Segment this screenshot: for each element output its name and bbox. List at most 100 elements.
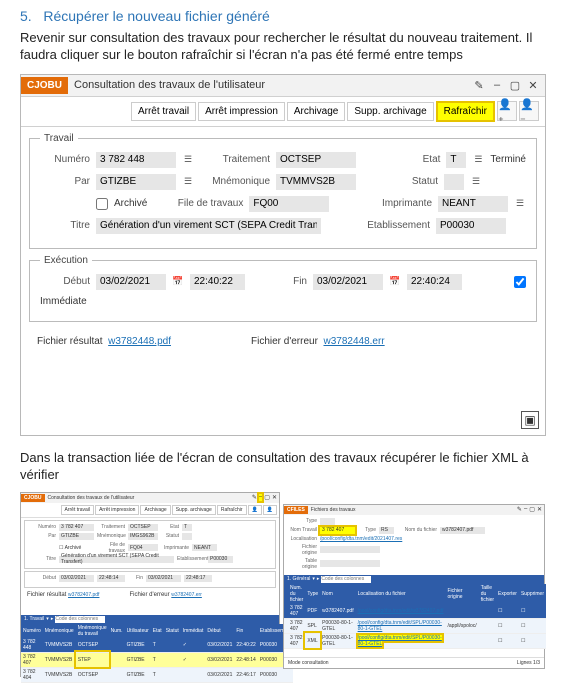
app-badge: CJOBU (21, 77, 68, 94)
mini-arret-impression-button[interactable]: Arrêt impression (95, 505, 139, 515)
mini-imprim: NEANT (192, 544, 217, 551)
close-icon[interactable]: ✕ (537, 506, 542, 513)
chevron-down-icon[interactable]: ▾ (312, 576, 315, 582)
chevron-right-icon[interactable]: ▸ (317, 576, 320, 582)
minimize-icon[interactable]: – (259, 494, 262, 501)
step-number: 5. (20, 8, 32, 24)
statut-field[interactable] (444, 174, 464, 190)
par-field[interactable] (96, 174, 176, 190)
mini-person-remove-icon[interactable]: 👤 (263, 505, 277, 515)
titlebar: CJOBU Consultation des travaux de l'util… (21, 75, 545, 97)
etat-text: Terminé (490, 154, 526, 165)
fin-date-field[interactable] (313, 274, 383, 290)
mini-par: GTIZBE (59, 533, 94, 540)
list-icon[interactable]: ☰ (472, 154, 484, 166)
pencil-icon[interactable]: ✎ (517, 506, 522, 513)
mini-supp-archivage-button[interactable]: Supp. archivage (172, 505, 216, 515)
table-row[interactable]: 3 782 448TVMMVS2BOCTSEPGTIZBET✓03/02/202… (21, 638, 293, 653)
mini-typefile (320, 518, 335, 525)
fin-label: Fin (287, 276, 307, 287)
mini-arret-travail-button[interactable]: Arrêt travail (61, 505, 95, 515)
imprim-field[interactable] (438, 196, 508, 212)
travail-fieldset: Travail Numéro ☰ Traitement Etat ☰ Termi… (29, 133, 537, 249)
mini-fin-time: 22:48:17 (184, 575, 212, 582)
numero-field[interactable] (96, 152, 176, 168)
titre-field[interactable] (96, 218, 321, 234)
window-title: Consultation des travaux de l'utilisateu… (74, 79, 473, 91)
mini-rafraichir-button[interactable]: Rafraîchir (217, 505, 247, 515)
etat-field[interactable] (446, 152, 466, 168)
table-row[interactable]: 3 782 407TVMMVS2BSTEPGTIZBET✓03/02/20212… (21, 652, 293, 667)
list-icon[interactable]: ☰ (182, 154, 194, 166)
mini-trav: 3 782 407 (320, 527, 355, 534)
mini-to (320, 560, 380, 567)
maximize-icon[interactable]: ▢ (264, 494, 270, 501)
etab-field[interactable] (436, 218, 506, 234)
calendar-icon[interactable]: 📅 (172, 276, 184, 288)
mini-etat: T (182, 524, 192, 531)
instruction-text: Revenir sur consultation des travaux pou… (20, 30, 546, 64)
file-label: File de travaux (173, 198, 243, 209)
calendar-icon[interactable]: 📅 (389, 276, 401, 288)
maximize-icon[interactable]: ▢ (529, 506, 535, 513)
mini-tpe-label: Type (358, 527, 376, 533)
etat-label: Etat (390, 154, 440, 165)
mini-app-badge: CJOBU (21, 494, 45, 502)
minimize-icon[interactable]: – (524, 506, 527, 513)
close-icon[interactable]: ✕ (527, 79, 539, 91)
expand-icon[interactable]: ▣ (521, 411, 539, 429)
rafraichir-button[interactable]: Rafraîchir (436, 101, 495, 122)
table-row[interactable]: 3 782 407PDFw3782407.pdf/pool/config/dta… (284, 604, 546, 619)
mini-person-add-icon[interactable]: 👤 (248, 505, 262, 515)
debut-date-field[interactable] (96, 274, 166, 290)
par-label: Par (40, 176, 90, 187)
table-row[interactable]: 3 782 407XMLP00030-80-1-GTEL/pool/config… (284, 633, 546, 648)
pencil-icon[interactable]: ✎ (473, 79, 485, 91)
mini-trav-label: Nom Travail (289, 527, 317, 533)
supp-archivage-button[interactable]: Supp. archivage (347, 102, 433, 121)
chevron-right-icon[interactable]: ▸ (51, 616, 54, 622)
mini-err-label: Fichier d'erreur (129, 592, 169, 598)
mini-archivage-button[interactable]: Archivage (140, 505, 170, 515)
mini-filter-bar: 1. Général ▾ ▸ (284, 575, 544, 584)
mini-window-title: Consultation des travaux de l'utilisateu… (48, 495, 252, 501)
person-remove-icon[interactable]: 👤₋ (519, 101, 539, 121)
debut-time-field[interactable] (190, 274, 245, 290)
fin-time-field[interactable] (407, 274, 462, 290)
table-row[interactable]: 3 782 407SPLP00030-80-1-GTEL/pool/config… (284, 618, 546, 633)
arret-travail-button[interactable]: Arrêt travail (131, 102, 196, 121)
mini-loc[interactable]: /pool/config/dta.tnm/edit/2021407.res (320, 536, 402, 542)
mode-label: Mode consultation (288, 660, 329, 666)
archivage-button[interactable]: Archivage (287, 102, 345, 121)
erreur-link[interactable]: w3782448.err (323, 336, 384, 347)
person-add-icon[interactable]: 👤₊ (497, 101, 517, 121)
arret-impression-button[interactable]: Arrêt impression (198, 102, 285, 121)
mini-numero: 3 782 407 (59, 524, 94, 531)
table-row[interactable]: 3 782 404TVMMVS2BOCTSEPGTIZBET03/02/2021… (21, 667, 293, 682)
mini-res-link[interactable]: w3782407.pdf (68, 592, 99, 598)
mnemo-field[interactable] (276, 174, 356, 190)
mini-err-link[interactable]: w3782407.err (171, 592, 202, 598)
close-icon[interactable]: ✕ (272, 494, 277, 501)
mini-filter-bar: 1. Travail ▾ ▸ (21, 615, 279, 624)
immediate-label: Immédiate (40, 296, 87, 307)
resultat-label: Fichier résultat (37, 336, 103, 347)
statut-label: Statut (388, 176, 438, 187)
list-icon[interactable]: ☰ (182, 176, 194, 188)
maximize-icon[interactable]: ▢ (509, 79, 521, 91)
resultat-link[interactable]: w3782448.pdf (108, 336, 171, 347)
traitement-field[interactable] (276, 152, 356, 168)
mini-filter-input[interactable] (321, 576, 371, 583)
file-field[interactable] (249, 196, 329, 212)
traitement-label: Traitement (200, 154, 270, 165)
archive-checkbox[interactable] (96, 198, 108, 210)
minimize-icon[interactable]: – (491, 79, 503, 91)
immediate-checkbox[interactable] (514, 276, 526, 288)
list-icon[interactable]: ☰ (470, 176, 482, 188)
mini-window-right: CFILES Fichiers des travaux ✎–▢✕ Type No… (283, 504, 545, 669)
chevron-down-icon[interactable]: ▾ (46, 616, 49, 622)
pencil-icon[interactable]: ✎ (252, 494, 257, 501)
mini-app-badge: CFILES (284, 506, 308, 514)
list-icon[interactable]: ☰ (514, 198, 526, 210)
mini-filter-input[interactable] (55, 616, 105, 623)
